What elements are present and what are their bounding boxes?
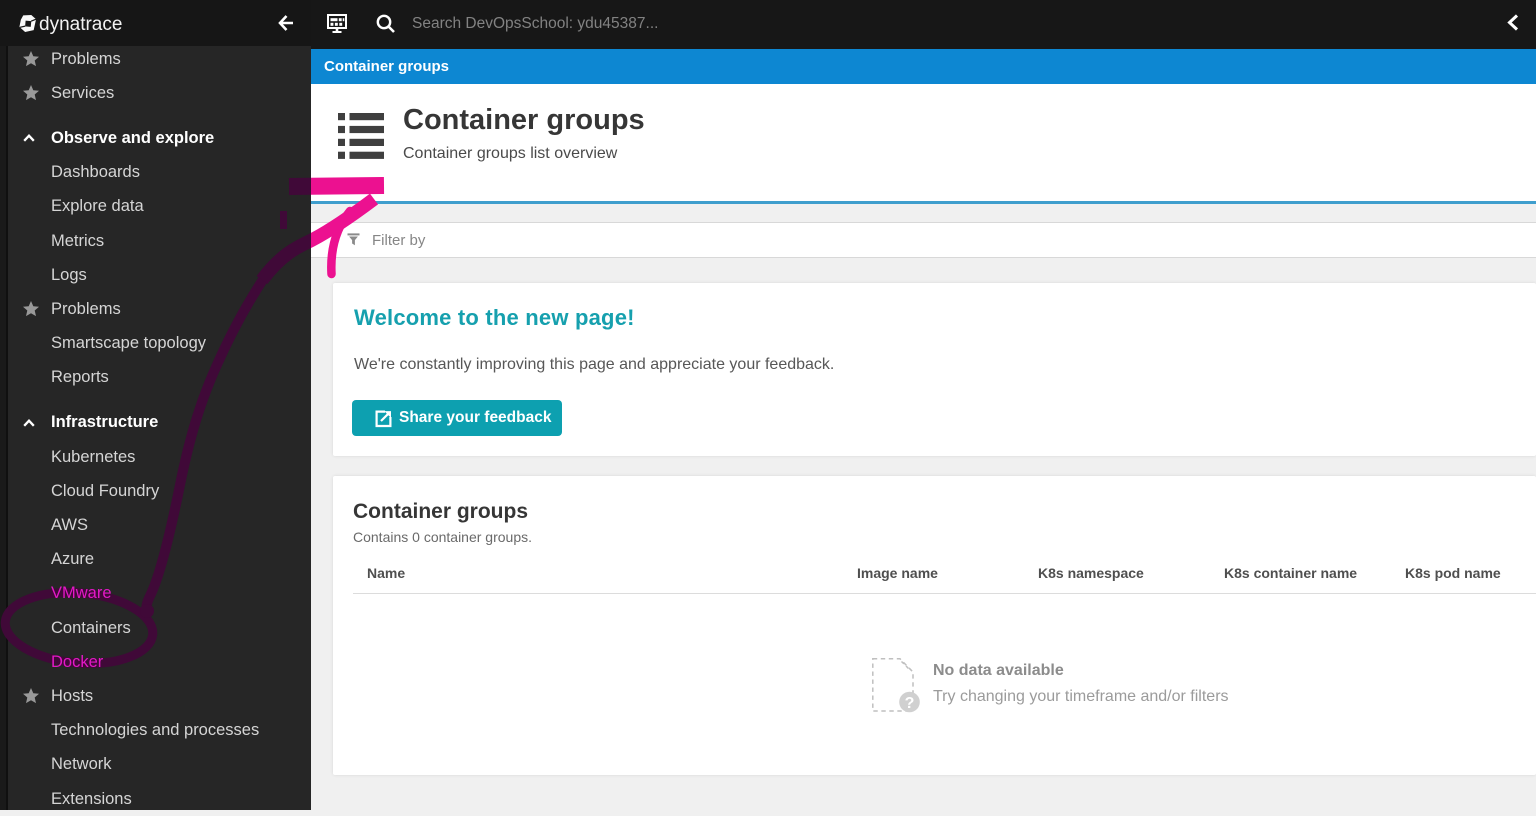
svg-text:?: ?: [905, 695, 915, 712]
